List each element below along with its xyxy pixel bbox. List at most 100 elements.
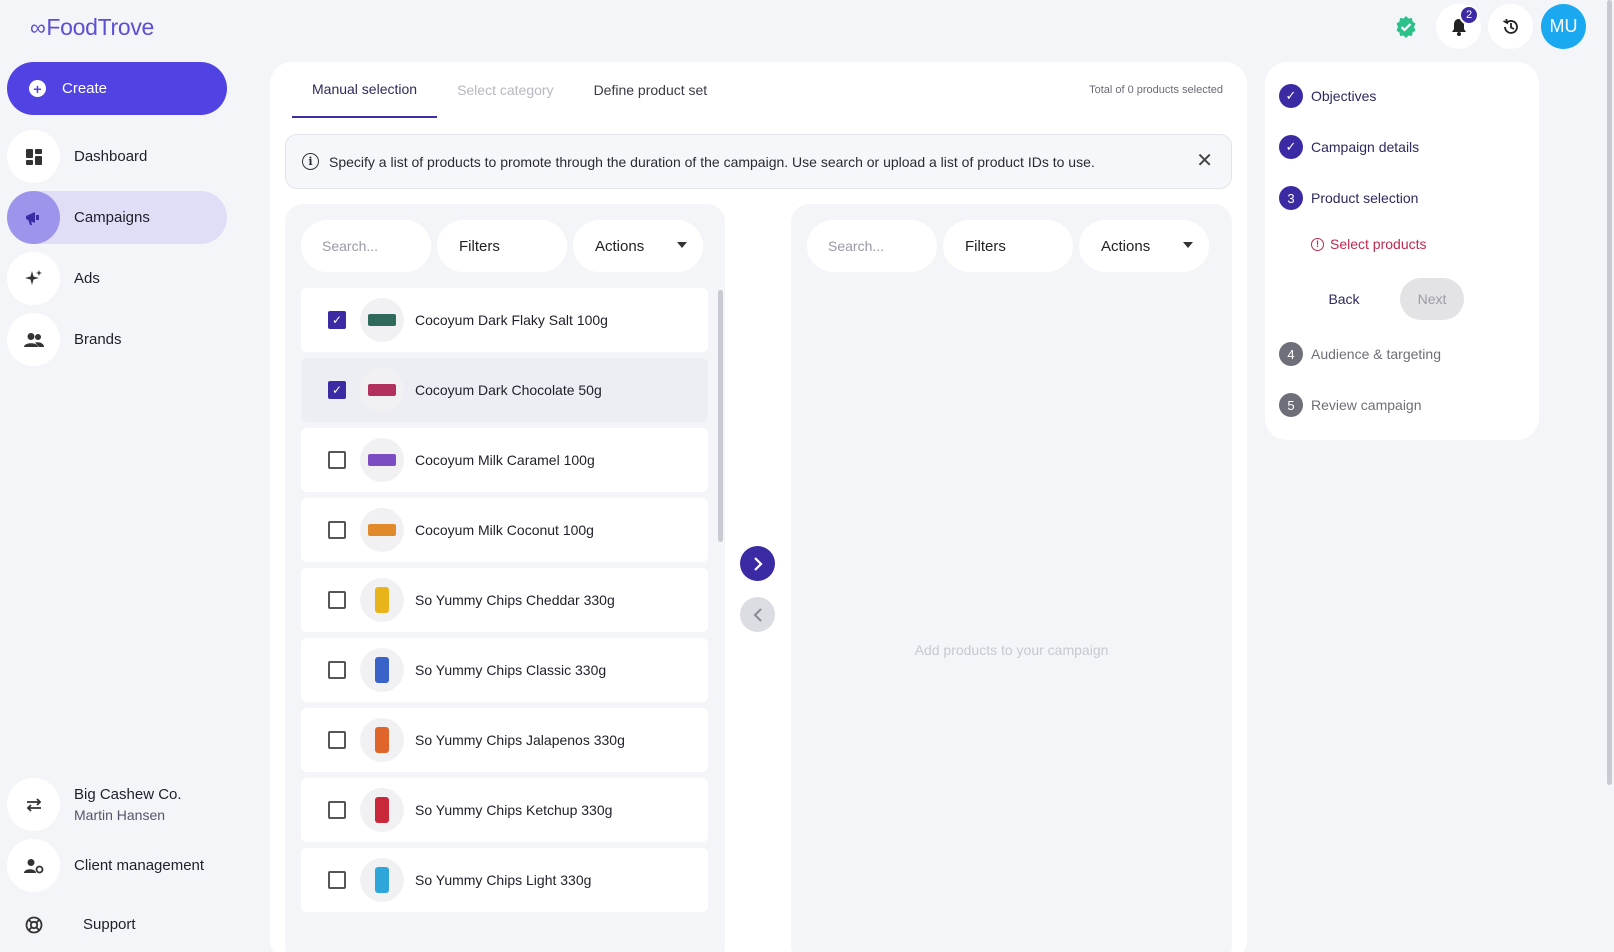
back-button[interactable]: Back	[1313, 278, 1375, 320]
campaign-stepper: ✓ Objectives ✓ Campaign details 3 Produc…	[1265, 62, 1539, 440]
product-package-icon	[375, 797, 389, 823]
tab-select-category: Select category	[457, 82, 554, 98]
filters-button[interactable]: Filters	[437, 220, 567, 272]
product-thumbnail	[360, 788, 404, 832]
product-row[interactable]: So Yummy Chips Ketchup 330g	[301, 778, 708, 842]
product-row[interactable]: ✓ Cocoyum Dark Chocolate 50g	[301, 358, 708, 422]
product-thumbnail	[360, 298, 404, 342]
product-thumbnail	[360, 578, 404, 622]
product-package-icon	[375, 587, 389, 613]
app-logo[interactable]: ∞ FoodTrove	[30, 14, 154, 41]
product-row[interactable]: So Yummy Chips Light 330g	[301, 848, 708, 912]
sidebar-item-brands[interactable]: Brands	[7, 313, 227, 366]
product-package-icon	[368, 524, 396, 536]
select-products-warning: ! Select products	[1311, 236, 1427, 252]
page-scrollbar[interactable]	[1607, 0, 1612, 785]
checkmark-icon: ✓	[1279, 135, 1303, 159]
logo-rings-icon: ∞	[30, 14, 46, 40]
search-input[interactable]: Search...	[301, 220, 431, 272]
step-number: 3	[1279, 186, 1303, 210]
step-objectives[interactable]: ✓ Objectives	[1279, 84, 1376, 108]
account-switcher[interactable]: Big Cashew Co. Martin Hansen	[7, 778, 227, 831]
filters-button[interactable]: Filters	[943, 220, 1073, 272]
add-to-selection-button[interactable]	[740, 546, 775, 581]
verified-icon[interactable]	[1383, 4, 1428, 49]
product-name: So Yummy Chips Jalapenos 330g	[415, 732, 625, 748]
chevron-left-icon	[753, 607, 762, 622]
product-row[interactable]: Cocoyum Milk Caramel 100g	[301, 428, 708, 492]
actions-dropdown[interactable]: Actions	[573, 220, 703, 272]
product-package-icon	[375, 867, 389, 893]
product-package-icon	[368, 454, 396, 466]
step-label: Review campaign	[1311, 397, 1422, 413]
product-thumbnail	[360, 368, 404, 412]
product-name: So Yummy Chips Cheddar 330g	[415, 592, 615, 608]
swap-arrows-icon	[7, 778, 60, 831]
product-package-icon	[368, 384, 396, 396]
tab-define-product-set[interactable]: Define product set	[574, 62, 728, 118]
product-row[interactable]: So Yummy Chips Jalapenos 330g	[301, 708, 708, 772]
megaphone-icon	[7, 191, 60, 244]
product-package-icon	[368, 314, 396, 326]
next-button[interactable]: Next	[1400, 278, 1464, 320]
product-name: Cocoyum Milk Caramel 100g	[415, 452, 595, 468]
product-checkbox[interactable]	[328, 731, 346, 749]
product-row[interactable]: ✓ Cocoyum Dark Flaky Salt 100g	[301, 288, 708, 352]
product-checkbox[interactable]: ✓	[328, 311, 346, 329]
product-selection-card: Manual selection Select category Define …	[270, 62, 1247, 952]
product-row[interactable]: So Yummy Chips Cheddar 330g	[301, 568, 708, 632]
product-name: Cocoyum Dark Flaky Salt 100g	[415, 312, 608, 328]
sidebar-item-label: Support	[83, 916, 136, 933]
product-package-icon	[375, 657, 389, 683]
product-checkbox[interactable]	[328, 591, 346, 609]
empty-state-text: Add products to your campaign	[914, 642, 1109, 658]
product-checkbox[interactable]	[328, 521, 346, 539]
tab-manual-selection[interactable]: Manual selection	[292, 62, 438, 118]
dashboard-icon	[7, 130, 60, 183]
user-avatar[interactable]: MU	[1541, 4, 1586, 49]
selected-products-panel: Search... Filters Actions Add products t…	[791, 204, 1232, 952]
caret-down-icon	[677, 242, 687, 248]
step-audience-targeting[interactable]: 4 Audience & targeting	[1279, 342, 1441, 366]
step-label: Audience & targeting	[1311, 346, 1441, 362]
account-company: Big Cashew Co.	[74, 785, 182, 803]
product-checkbox[interactable]: ✓	[328, 381, 346, 399]
actions-label: Actions	[595, 237, 645, 255]
total-selected-text: Total of 0 products selected	[1089, 84, 1223, 96]
history-icon[interactable]	[1488, 4, 1533, 49]
product-checkbox[interactable]	[328, 661, 346, 679]
search-input[interactable]: Search...	[807, 220, 937, 272]
sidebar-item-ads[interactable]: Ads	[7, 252, 227, 305]
step-label: Campaign details	[1311, 139, 1420, 155]
step-campaign-details[interactable]: ✓ Campaign details	[1279, 135, 1419, 159]
product-row[interactable]: So Yummy Chips Classic 330g	[301, 638, 708, 702]
account-user: Martin Hansen	[74, 806, 166, 823]
remove-from-selection-button[interactable]	[740, 597, 775, 632]
product-checkbox[interactable]	[328, 801, 346, 819]
sidebar-item-dashboard[interactable]: Dashboard	[7, 130, 227, 183]
product-row[interactable]: Cocoyum Milk Coconut 100g	[301, 498, 708, 562]
close-icon[interactable]: ✕	[1196, 151, 1213, 171]
lifebuoy-icon	[7, 898, 60, 951]
actions-dropdown[interactable]: Actions	[1079, 220, 1209, 272]
product-list-scrollbar[interactable]	[718, 290, 723, 542]
caret-down-icon	[1183, 242, 1193, 248]
step-label: Product selection	[1311, 190, 1419, 206]
sidebar-item-campaigns[interactable]: Campaigns	[7, 191, 227, 244]
step-product-selection[interactable]: 3 Product selection	[1279, 186, 1418, 210]
info-banner: i Specify a list of products to promote …	[285, 134, 1232, 189]
product-thumbnail	[360, 858, 404, 902]
sidebar-item-client-management[interactable]: Client management	[7, 839, 227, 892]
product-checkbox[interactable]	[328, 451, 346, 469]
create-button[interactable]: + Create	[7, 62, 227, 115]
step-number: 5	[1279, 393, 1303, 417]
warning-icon: !	[1311, 237, 1324, 251]
sidebar-item-support[interactable]: Support	[7, 898, 227, 951]
create-label: Create	[62, 80, 108, 97]
sidebar-item-label: Ads	[74, 270, 100, 287]
step-review-campaign[interactable]: 5 Review campaign	[1279, 393, 1422, 417]
product-checkbox[interactable]	[328, 871, 346, 889]
product-thumbnail	[360, 648, 404, 692]
notification-count-badge: 2	[1459, 5, 1479, 25]
product-name: So Yummy Chips Ketchup 330g	[415, 802, 613, 818]
